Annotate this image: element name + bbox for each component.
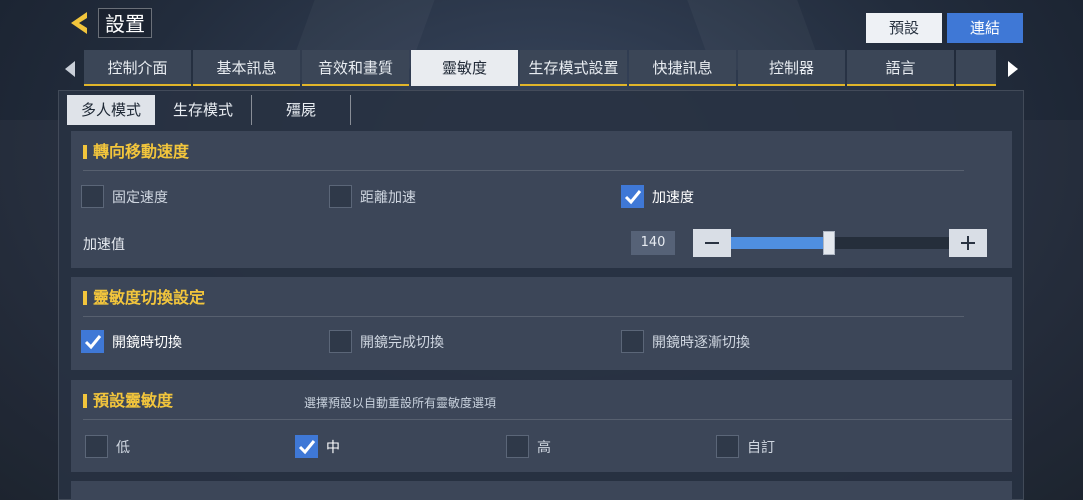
- checkbox-checked[interactable]: [81, 330, 104, 353]
- tab-quick-messages[interactable]: 快捷訊息: [629, 50, 736, 86]
- chevron-right-icon: [1008, 61, 1018, 77]
- subtab-survival[interactable]: 生存模式: [155, 95, 253, 125]
- plus-icon: [961, 236, 975, 250]
- preset-sensitivity-section: 預設靈敏度 選擇預設以自動重設所有靈敏度選項 低 中 高 自訂: [71, 380, 1012, 472]
- checkbox[interactable]: [716, 435, 739, 458]
- option-label: 開鏡時切換: [112, 334, 182, 351]
- checkmark-icon: [298, 439, 315, 454]
- checkbox[interactable]: [506, 435, 529, 458]
- main-tab-bar: 控制介面 基本訊息 音效和畫質 靈敏度 生存模式設置 快捷訊息 控制器 語言: [84, 50, 1000, 88]
- checkmark-icon: [624, 189, 641, 204]
- option-preset-high[interactable]: 高: [506, 435, 551, 458]
- option-label: 固定速度: [112, 189, 168, 206]
- link-button[interactable]: 連結: [947, 13, 1023, 43]
- option-label: 加速度: [652, 189, 694, 206]
- option-label: 高: [537, 439, 551, 456]
- tab-language[interactable]: 語言: [847, 50, 954, 86]
- settings-panel: 多人模式 生存模式 殭屍 轉向移動速度 固定速度 距離加速 加速度 加速值 14…: [58, 90, 1024, 500]
- tab-audio-graphics[interactable]: 音效和畫質: [302, 50, 409, 86]
- option-switch-on-ads[interactable]: 開鏡時切換: [81, 330, 182, 353]
- option-preset-custom[interactable]: 自訂: [716, 435, 775, 458]
- accel-value-label: 加速值: [83, 237, 125, 253]
- option-distance-accel[interactable]: 距離加速: [329, 185, 416, 208]
- tab-basic-info[interactable]: 基本訊息: [193, 50, 300, 86]
- subtab-zombies[interactable]: 殭屍: [252, 95, 352, 125]
- checkmark-icon: [84, 334, 101, 349]
- tab-scroll-right-button[interactable]: [1005, 57, 1021, 81]
- option-switch-after-ads[interactable]: 開鏡完成切換: [329, 330, 444, 353]
- option-label: 距離加速: [360, 189, 416, 206]
- checkbox-checked[interactable]: [621, 185, 644, 208]
- tab-control-interface[interactable]: 控制介面: [84, 50, 191, 86]
- section-title: 轉向移動速度: [83, 141, 189, 163]
- section-description: 選擇預設以自動重設所有靈敏度選項: [304, 396, 497, 410]
- option-label: 中: [326, 439, 340, 456]
- back-arrow-icon: [71, 12, 87, 34]
- checkbox-checked[interactable]: [295, 435, 318, 458]
- tab-more[interactable]: [956, 50, 996, 86]
- section-divider: [83, 419, 1012, 420]
- mode-subtab-bar: 多人模式 生存模式 殭屍: [67, 95, 352, 125]
- option-fixed-speed[interactable]: 固定速度: [81, 185, 168, 208]
- slider-fill: [731, 237, 830, 249]
- checkbox[interactable]: [81, 185, 104, 208]
- back-button[interactable]: [66, 8, 96, 38]
- increase-button[interactable]: [949, 229, 987, 257]
- background-decor: [0, 120, 60, 500]
- option-label: 低: [116, 439, 130, 456]
- turn-speed-section: 轉向移動速度 固定速度 距離加速 加速度 加速值 140: [71, 131, 1012, 268]
- option-preset-medium[interactable]: 中: [295, 435, 340, 458]
- checkbox[interactable]: [621, 330, 644, 353]
- option-label: 自訂: [747, 439, 775, 456]
- option-preset-low[interactable]: 低: [85, 435, 130, 458]
- section-title: 預設靈敏度: [83, 390, 173, 412]
- tab-sensitivity[interactable]: 靈敏度: [411, 50, 518, 86]
- tab-survival-settings[interactable]: 生存模式設置: [520, 50, 627, 86]
- background-decor: [1023, 120, 1083, 500]
- checkbox[interactable]: [85, 435, 108, 458]
- subtab-multiplayer[interactable]: 多人模式: [67, 95, 156, 125]
- accel-slider[interactable]: [731, 231, 949, 255]
- accel-value-display: 140: [631, 231, 675, 255]
- option-label: 開鏡完成切換: [360, 334, 444, 351]
- sensitivity-switch-section: 靈敏度切換設定 開鏡時切換 開鏡完成切換 開鏡時逐漸切換: [71, 277, 1012, 370]
- tab-scroll-left-button[interactable]: [62, 57, 78, 81]
- tab-controller[interactable]: 控制器: [738, 50, 845, 86]
- page-title: 設置: [98, 8, 152, 38]
- minus-icon: [705, 242, 719, 244]
- preset-button[interactable]: 預設: [866, 13, 942, 43]
- option-switch-gradually[interactable]: 開鏡時逐漸切換: [621, 330, 750, 353]
- option-acceleration[interactable]: 加速度: [621, 185, 694, 208]
- decrease-button[interactable]: [693, 229, 731, 257]
- section-title: 靈敏度切換設定: [83, 287, 205, 309]
- chevron-left-icon: [65, 61, 75, 77]
- section-divider: [83, 170, 964, 171]
- checkbox[interactable]: [329, 185, 352, 208]
- checkbox[interactable]: [329, 330, 352, 353]
- section-divider: [83, 316, 964, 317]
- option-label: 開鏡時逐漸切換: [652, 334, 750, 351]
- next-section-partial: [71, 481, 1012, 500]
- slider-handle[interactable]: [823, 231, 836, 255]
